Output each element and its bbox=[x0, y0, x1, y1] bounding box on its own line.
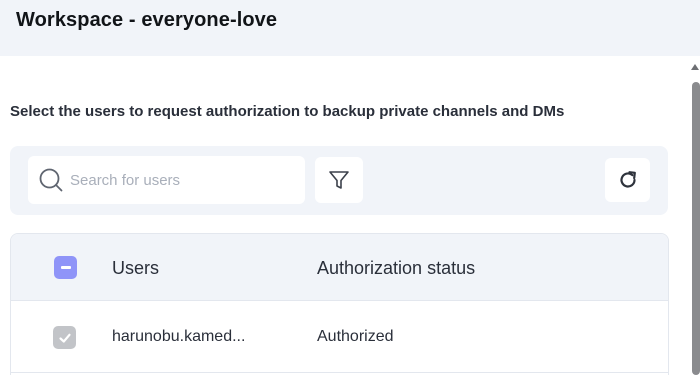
column-header-users[interactable]: Users bbox=[112, 258, 159, 279]
scroll-up-icon[interactable] bbox=[691, 64, 699, 70]
search-icon bbox=[39, 168, 63, 192]
users-table: Users Authorization status harunobu.kame… bbox=[10, 233, 669, 375]
checkmark-icon bbox=[58, 333, 71, 343]
filter-icon bbox=[329, 171, 349, 189]
search-box[interactable] bbox=[28, 156, 305, 204]
instructions-text: Select the users to request authorizatio… bbox=[10, 103, 565, 120]
refresh-button[interactable] bbox=[605, 158, 650, 202]
row-authorization-status: Authorized bbox=[317, 328, 394, 345]
table-header: Users Authorization status bbox=[11, 234, 668, 301]
workspace-header: Workspace - everyone-love bbox=[0, 0, 700, 56]
row-checkbox[interactable] bbox=[53, 326, 76, 349]
select-all-checkbox[interactable] bbox=[54, 256, 77, 279]
filter-button[interactable] bbox=[315, 157, 363, 203]
page-title: Workspace - everyone-love bbox=[16, 9, 278, 31]
toolbar bbox=[10, 146, 668, 215]
vertical-scrollbar[interactable] bbox=[690, 60, 700, 375]
minus-icon bbox=[60, 266, 71, 269]
search-input[interactable] bbox=[70, 171, 290, 189]
table-row[interactable]: harunobu.kamed... Authorized bbox=[11, 301, 668, 373]
refresh-icon bbox=[619, 171, 636, 188]
row-user-name: harunobu.kamed... bbox=[112, 328, 246, 345]
column-header-authorization-status[interactable]: Authorization status bbox=[317, 258, 475, 279]
scrollbar-thumb[interactable] bbox=[692, 82, 700, 375]
